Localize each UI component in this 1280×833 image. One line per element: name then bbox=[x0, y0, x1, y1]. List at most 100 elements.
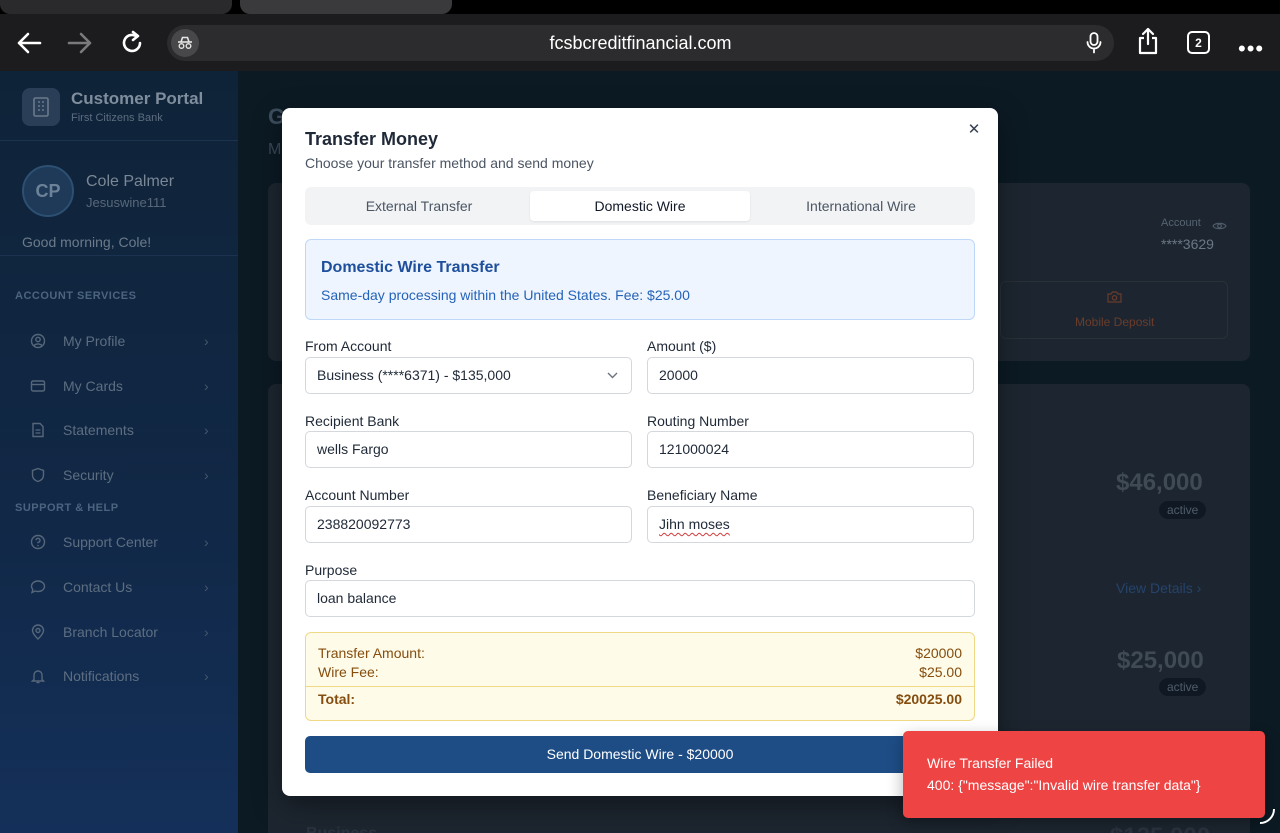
sidebar-item-contact-us[interactable]: Contact Us › bbox=[20, 572, 220, 602]
account-balance: $135,000 bbox=[1110, 823, 1210, 833]
user-panel: CP Cole Palmer Jesuswine111 Good morning… bbox=[0, 141, 238, 256]
sidebar-item-support-center[interactable]: Support Center › bbox=[20, 527, 220, 557]
user-handle: Jesuswine111 bbox=[86, 195, 167, 210]
shield-icon bbox=[29, 466, 47, 484]
eye-icon[interactable] bbox=[1212, 218, 1227, 236]
info-panel: Domestic Wire Transfer Same-day processi… bbox=[305, 239, 975, 320]
beneficiary-name-value: Jihn moses bbox=[659, 516, 730, 532]
beneficiary-name-input[interactable]: Jihn moses bbox=[647, 506, 974, 543]
transfer-amount-value: $20000 bbox=[915, 645, 962, 661]
from-account-select[interactable]: Business (****6371) - $135,000 bbox=[305, 357, 632, 394]
browser-toolbar: fcsbcreditfinancial.com 2 ••• bbox=[0, 14, 1280, 71]
amount-input[interactable]: 20000 bbox=[647, 357, 974, 394]
account-balance: $46,000 bbox=[1116, 469, 1203, 496]
summary-divider bbox=[306, 686, 974, 687]
section-support-help: SUPPORT & HELP bbox=[15, 502, 119, 514]
account-number: ****3629 bbox=[1161, 236, 1214, 252]
transfer-type-tabs: External Transfer Domestic Wire Internat… bbox=[305, 187, 975, 225]
microphone-icon[interactable] bbox=[1082, 31, 1106, 55]
chevron-right-icon: › bbox=[204, 668, 209, 684]
recipient-bank-label: Recipient Bank bbox=[305, 413, 400, 429]
error-toast[interactable]: Wire Transfer Failed 400: {"message":"In… bbox=[903, 731, 1265, 818]
wire-fee-label: Wire Fee: bbox=[318, 664, 379, 680]
account-number-input[interactable]: 238820092773 bbox=[305, 506, 632, 543]
view-details-link[interactable]: View Details › bbox=[1116, 580, 1201, 596]
chevron-right-icon: › bbox=[204, 378, 209, 394]
sidebar: Customer Portal First Citizens Bank CP C… bbox=[0, 71, 238, 833]
account-label: Account bbox=[1161, 217, 1201, 229]
address-bar[interactable]: fcsbcreditfinancial.com bbox=[167, 25, 1114, 61]
purpose-input[interactable]: loan balance bbox=[305, 580, 975, 617]
chevron-down-icon bbox=[607, 358, 618, 393]
browser-tab-strip bbox=[0, 0, 1280, 14]
transfer-amount-label: Transfer Amount: bbox=[318, 645, 425, 661]
browser-tab-active[interactable] bbox=[240, 0, 452, 14]
avatar[interactable]: CP bbox=[22, 165, 74, 217]
status-badge: active bbox=[1159, 678, 1207, 696]
sidebar-item-my-profile[interactable]: My Profile › bbox=[20, 326, 220, 356]
total-label: Total: bbox=[318, 691, 356, 707]
status-badge: active bbox=[1159, 501, 1207, 519]
close-icon[interactable]: ✕ bbox=[966, 122, 982, 138]
sidebar-item-label: Statements bbox=[63, 422, 134, 438]
tab-international-wire[interactable]: International Wire bbox=[751, 191, 971, 221]
chevron-right-icon: › bbox=[204, 467, 209, 483]
account-balance: $25,000 bbox=[1117, 647, 1204, 674]
sidebar-item-my-cards[interactable]: My Cards › bbox=[20, 371, 220, 401]
more-options-icon[interactable]: ••• bbox=[1238, 38, 1264, 60]
wire-fee-value: $25.00 bbox=[919, 664, 962, 680]
forward-icon[interactable] bbox=[65, 28, 95, 58]
browser-tab[interactable] bbox=[0, 0, 232, 14]
tab-external-transfer[interactable]: External Transfer bbox=[309, 191, 529, 221]
sidebar-item-security[interactable]: Security › bbox=[20, 460, 220, 490]
purpose-label: Purpose bbox=[305, 562, 358, 578]
info-title: Domestic Wire Transfer bbox=[321, 259, 500, 276]
send-domestic-wire-button[interactable]: Send Domestic Wire - $20000 bbox=[305, 736, 975, 773]
sidebar-item-branch-locator[interactable]: Branch Locator › bbox=[20, 617, 220, 647]
sidebar-item-label: Security bbox=[63, 467, 114, 483]
credit-card-icon bbox=[29, 377, 47, 395]
from-account-label: From Account bbox=[305, 338, 392, 354]
sidebar-item-notifications[interactable]: Notifications › bbox=[20, 661, 220, 691]
mobile-deposit-label: Mobile Deposit bbox=[1075, 315, 1155, 329]
dialog-subtitle: Choose your transfer method and send mon… bbox=[305, 155, 594, 171]
bank-name: First Citizens Bank bbox=[71, 112, 163, 124]
user-name: Cole Palmer bbox=[86, 173, 175, 190]
sidebar-item-label: My Profile bbox=[63, 333, 126, 349]
summary-row-amount: Transfer Amount: $20000 bbox=[318, 645, 962, 661]
user-circle-icon bbox=[29, 332, 47, 350]
routing-number-label: Routing Number bbox=[647, 413, 749, 429]
help-circle-icon bbox=[29, 533, 47, 551]
summary-row-fee: Wire Fee: $25.00 bbox=[318, 664, 962, 680]
account-number-label: Account Number bbox=[305, 487, 410, 503]
chat-bubble-icon bbox=[29, 578, 47, 596]
greeting: Good morning, Cole! bbox=[22, 234, 152, 250]
transfer-summary: Transfer Amount: $20000 Wire Fee: $25.00… bbox=[305, 632, 975, 721]
share-icon[interactable] bbox=[1133, 26, 1163, 56]
total-value: $20025.00 bbox=[895, 691, 962, 707]
routing-number-input[interactable]: 121000024 bbox=[647, 431, 974, 468]
sidebar-header: Customer Portal First Citizens Bank bbox=[0, 71, 238, 141]
building-logo-icon bbox=[22, 88, 60, 126]
info-text: Same-day processing within the United St… bbox=[321, 287, 690, 303]
reload-icon[interactable] bbox=[117, 28, 147, 58]
chevron-right-icon: › bbox=[1196, 580, 1202, 596]
back-icon[interactable] bbox=[14, 28, 44, 58]
transfer-money-dialog: Transfer Money Choose your transfer meth… bbox=[282, 108, 998, 796]
view-details-label: View Details bbox=[1116, 580, 1193, 596]
page-subtitle-partial: M bbox=[268, 141, 282, 158]
resize-handle-icon[interactable] bbox=[1256, 805, 1276, 825]
toast-message: 400: {"message":"Invalid wire transfer d… bbox=[927, 777, 1201, 793]
recipient-bank-input[interactable]: wells Fargo bbox=[305, 431, 632, 468]
document-icon bbox=[29, 421, 47, 439]
sidebar-item-label: Branch Locator bbox=[63, 624, 158, 640]
amount-label: Amount ($) bbox=[647, 338, 717, 354]
url-text[interactable]: fcsbcreditfinancial.com bbox=[167, 25, 1114, 61]
sidebar-item-statements[interactable]: Statements › bbox=[20, 415, 220, 445]
sidebar-item-label: My Cards bbox=[63, 378, 123, 394]
chevron-right-icon: › bbox=[204, 534, 209, 550]
chevron-right-icon: › bbox=[204, 624, 209, 640]
tab-domestic-wire[interactable]: Domestic Wire bbox=[530, 191, 750, 221]
tab-count-button[interactable]: 2 bbox=[1187, 31, 1210, 54]
map-pin-icon bbox=[29, 623, 47, 641]
